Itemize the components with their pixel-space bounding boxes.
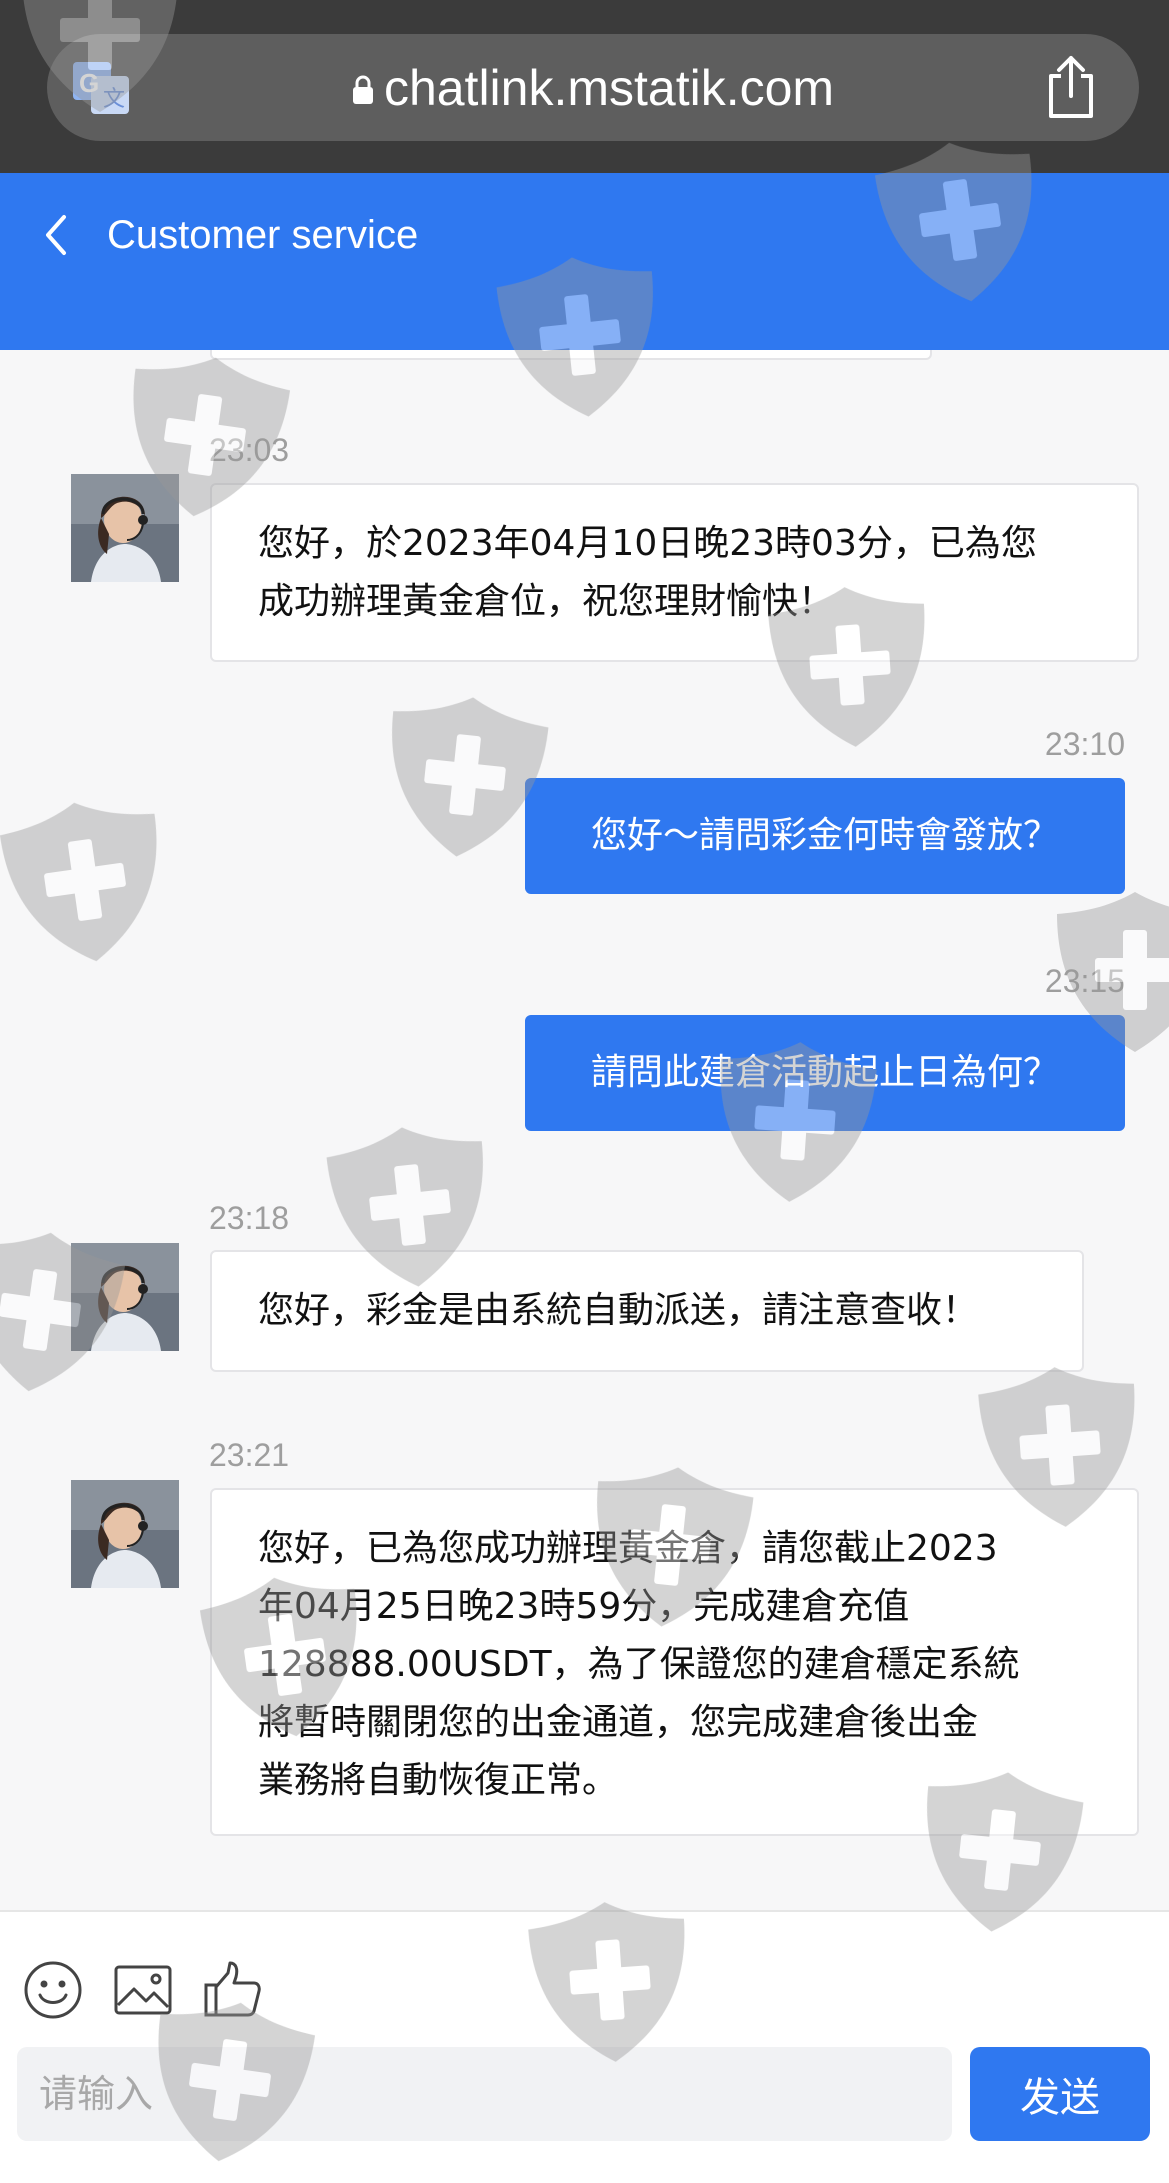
url-display: chatlink.mstatik.com <box>47 34 1139 141</box>
message-line: 您好，彩金是由系統自動派送，請注意查收！ <box>258 1290 979 1331</box>
agent-avatar <box>71 1243 179 1351</box>
agent-avatar <box>71 474 179 582</box>
message-line: 業務將自動恢復正常。 <box>258 1760 619 1801</box>
share-icon[interactable] <box>1043 54 1099 120</box>
chat-message-list[interactable]: 23:03 您好，於2023年04月10日晚23時03分，已為您 成功辦理黃金倉… <box>0 350 1169 1910</box>
message-line: 128888.00USDT，為了保證您的建倉穩定系統 <box>258 1644 1020 1685</box>
message-input[interactable] <box>17 2047 952 2141</box>
message-timestamp: 23:18 <box>209 1200 290 1236</box>
incoming-message-bubble: 您好，彩金是由系統自動派送，請注意查收！ <box>210 1250 1084 1372</box>
message-line: 年04月25日晚23時59分，完成建倉充值 <box>258 1586 910 1627</box>
message-timestamp: 23:10 <box>1044 726 1125 762</box>
thumbs-up-icon[interactable] <box>202 1959 264 2021</box>
outgoing-message-bubble: 您好～請問彩金何時會發放？ <box>525 778 1125 894</box>
image-icon[interactable] <box>112 1959 174 2021</box>
message-timestamp: 23:03 <box>209 432 290 468</box>
incoming-message-bubble: 您好，於2023年04月10日晚23時03分，已為您 成功辦理黃金倉位，祝您理財… <box>210 483 1139 662</box>
message-line: 將暫時關閉您的出金通道，您完成建倉後出金 <box>258 1702 979 1743</box>
message-line: 您好，於2023年04月10日晚23時03分，已為您 <box>258 523 1037 564</box>
send-button[interactable]: 发送 <box>970 2047 1150 2141</box>
lock-icon <box>352 75 373 104</box>
previous-message-bubble <box>210 350 932 360</box>
address-bar[interactable]: G 文 chatlink.mstatik.com <box>47 34 1139 141</box>
incoming-message-bubble: 您好，已為您成功辦理黃金倉，請您截止2023 年04月25日晚23時59分，完成… <box>210 1488 1139 1836</box>
url-text: chatlink.mstatik.com <box>383 59 835 116</box>
agent-avatar <box>71 1480 179 1588</box>
outgoing-message-bubble: 請問此建倉活動起止日為何？ <box>525 1015 1125 1131</box>
composer-area: 发送 <box>0 1910 1169 2183</box>
message-line: 成功辦理黃金倉位，祝您理財愉快！ <box>258 581 835 622</box>
page-title: Customer service <box>107 213 419 257</box>
smiley-icon[interactable] <box>22 1959 84 2021</box>
back-chevron-icon[interactable] <box>40 211 70 259</box>
message-timestamp: 23:21 <box>209 1437 290 1473</box>
browser-bar: G 文 chatlink.mstatik.com <box>0 0 1169 173</box>
app-header: Customer service <box>0 173 1169 350</box>
message-timestamp: 23:15 <box>1044 963 1125 999</box>
message-line: 您好，已為您成功辦理黃金倉，請您截止2023 <box>258 1528 998 1569</box>
